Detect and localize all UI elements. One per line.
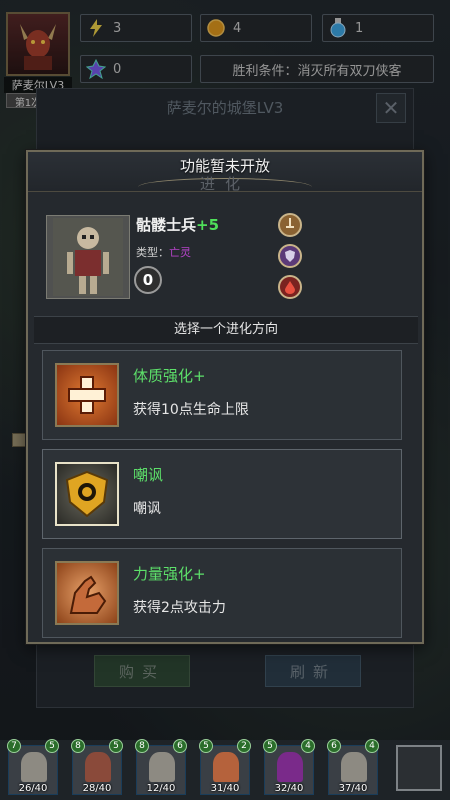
close-icon: ✕ bbox=[382, 96, 400, 120]
feature-unavailable-toast: 功能暂未开放 bbox=[179, 157, 270, 175]
flexed-arm-icon bbox=[55, 561, 119, 625]
unit-type-label: 类型： bbox=[136, 246, 169, 259]
unit-name: 骷髅士兵+5 bbox=[136, 214, 219, 235]
unit-level-badge: 8 bbox=[135, 739, 149, 753]
gold-counter: 4 bbox=[200, 14, 312, 42]
army-unit-slot[interactable]: 8 5 28/40 bbox=[71, 739, 123, 795]
unit-name-text: 骷髅士兵 bbox=[136, 216, 197, 234]
army-unit-slot[interactable]: 7 5 26/40 bbox=[7, 739, 59, 795]
unit-type-value: 亡灵 bbox=[169, 246, 191, 259]
unit-star-badge: 2 bbox=[237, 739, 251, 753]
evolve-modal: 进化 功能暂未开放 骷髅士兵+5 类型：亡灵 0 选择一个进化方向 体质强化+ … bbox=[26, 150, 424, 644]
potion-value: 1 bbox=[355, 20, 364, 36]
unit-hp: 32/40 bbox=[274, 783, 304, 794]
unit-hp: 31/40 bbox=[210, 783, 240, 794]
army-unit-slot[interactable]: 5 2 31/40 bbox=[199, 739, 251, 795]
unit-cost-badge: 0 bbox=[134, 266, 162, 294]
unit-figure bbox=[21, 752, 47, 782]
option-title: 体质强化+ bbox=[133, 367, 206, 385]
option-title: 嘲讽 bbox=[133, 466, 164, 484]
unit-hp: 37/40 bbox=[338, 783, 368, 794]
empty-army-slot[interactable] bbox=[396, 745, 442, 791]
unit-star-badge: 5 bbox=[109, 739, 123, 753]
unit-level-badge: 5 bbox=[263, 739, 277, 753]
health-cross-icon bbox=[55, 363, 119, 427]
unit-figure bbox=[213, 752, 239, 782]
evolve-option-strength[interactable]: 力量强化+ 获得2点攻击力 bbox=[42, 548, 402, 638]
sword-stat-icon[interactable] bbox=[278, 213, 302, 237]
unit-upgrade-level: +5 bbox=[196, 216, 220, 234]
castle-title: 萨麦尔的城堡LV3 bbox=[166, 99, 284, 117]
close-button[interactable]: ✕ bbox=[376, 93, 406, 123]
option-title: 力量强化+ bbox=[133, 565, 206, 583]
unit-type: 类型：亡灵 bbox=[136, 244, 191, 260]
crystal-value: 0 bbox=[113, 61, 122, 77]
victory-condition: 胜利条件：消灭所有双刀侠客 bbox=[200, 55, 434, 83]
crystal-counter: 0 bbox=[80, 55, 192, 83]
unit-star-badge: 4 bbox=[301, 739, 315, 753]
evolve-option-taunt[interactable]: 嘲讽 嘲讽 bbox=[42, 449, 402, 539]
option-description: 获得10点生命上限 bbox=[133, 402, 249, 418]
unit-portrait bbox=[46, 215, 130, 299]
unit-star-badge: 4 bbox=[365, 739, 379, 753]
energy-value: 3 bbox=[113, 20, 122, 36]
army-unit-slot[interactable]: 5 4 32/40 bbox=[263, 739, 315, 795]
unit-star-badge: 6 bbox=[173, 739, 187, 753]
shield-stat-icon[interactable] bbox=[278, 244, 302, 268]
evolve-option-constitution[interactable]: 体质强化+ 获得10点生命上限 bbox=[42, 350, 402, 440]
refresh-button[interactable]: 刷新 bbox=[265, 655, 361, 687]
choose-direction-prompt: 选择一个进化方向 bbox=[34, 316, 418, 344]
unit-level-badge: 8 bbox=[71, 739, 85, 753]
unit-level-badge: 7 bbox=[7, 739, 21, 753]
unit-level-badge: 5 bbox=[199, 739, 213, 753]
potion-icon bbox=[325, 15, 351, 41]
option-description: 获得2点攻击力 bbox=[133, 600, 226, 616]
army-unit-slot[interactable]: 8 6 12/40 bbox=[135, 739, 187, 795]
demon-hero-icon bbox=[20, 24, 56, 70]
buy-button[interactable]: 购买 bbox=[94, 655, 190, 687]
unit-figure bbox=[341, 752, 367, 782]
lion-shield-icon bbox=[55, 462, 119, 526]
unit-hp: 12/40 bbox=[146, 783, 176, 794]
gold-coin-icon bbox=[203, 15, 229, 41]
unit-hp: 26/40 bbox=[18, 783, 48, 794]
unit-figure bbox=[149, 752, 175, 782]
unit-figure bbox=[85, 752, 111, 782]
unit-level-badge: 6 bbox=[327, 739, 341, 753]
blood-drop-stat-icon[interactable] bbox=[278, 275, 302, 299]
skeleton-soldier-icon bbox=[53, 218, 123, 296]
hero-portrait[interactable] bbox=[6, 12, 70, 76]
option-description: 嘲讽 bbox=[133, 501, 161, 517]
unit-star-badge: 5 bbox=[45, 739, 59, 753]
potion-counter: 1 bbox=[322, 14, 434, 42]
crystal-star-icon bbox=[83, 56, 109, 82]
modal-title: 进化 bbox=[199, 175, 250, 193]
gold-value: 4 bbox=[233, 20, 242, 36]
lightning-icon bbox=[83, 15, 109, 41]
unit-figure bbox=[277, 752, 303, 782]
modal-header: 进化 功能暂未开放 bbox=[28, 152, 422, 193]
energy-counter: 3 bbox=[80, 14, 192, 42]
unit-hp: 28/40 bbox=[82, 783, 112, 794]
army-unit-slot[interactable]: 6 4 37/40 bbox=[327, 739, 379, 795]
